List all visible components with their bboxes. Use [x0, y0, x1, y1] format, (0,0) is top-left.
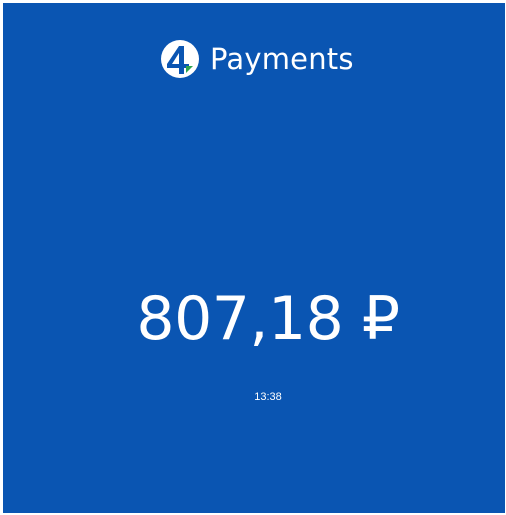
payment-screen: Payments 807,18 ₽ 13:38 [3, 3, 505, 513]
brand-name: Payments [210, 42, 354, 76]
payment-time: 13:38 [254, 391, 282, 403]
payment-amount: 807,18 ₽ [136, 284, 400, 354]
4payments-logo-icon [161, 40, 199, 78]
brand-header: Payments [160, 39, 354, 79]
